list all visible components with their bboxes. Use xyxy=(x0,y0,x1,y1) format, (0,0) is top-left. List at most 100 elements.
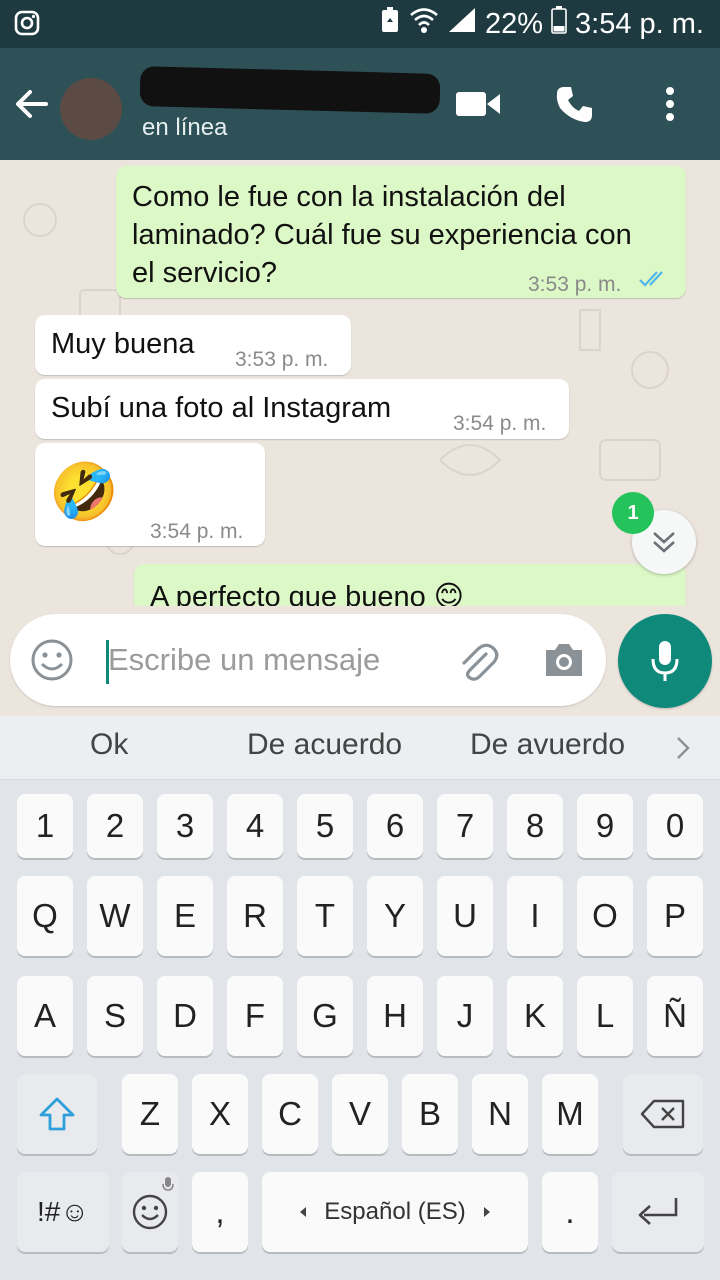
message-input[interactable] xyxy=(108,634,438,686)
comma-key[interactable]: , xyxy=(192,1172,248,1252)
key-s[interactable]: S xyxy=(87,976,143,1056)
message-bubble-incoming[interactable]: Muy buena 3:53 p. m. xyxy=(35,315,351,375)
key-p[interactable]: P xyxy=(647,876,703,956)
key-4[interactable]: 4 xyxy=(227,794,283,858)
voice-call-icon[interactable] xyxy=(550,80,598,128)
symbols-key[interactable]: !#☺ xyxy=(17,1172,109,1252)
redaction-scribble xyxy=(139,66,441,114)
period-key[interactable]: . xyxy=(542,1172,598,1252)
key-3[interactable]: 3 xyxy=(157,794,213,858)
emoji-key[interactable] xyxy=(122,1172,178,1252)
unread-count-badge: 1 xyxy=(612,492,654,534)
key-c[interactable]: C xyxy=(262,1074,318,1154)
message-time: 3:53 p. m. xyxy=(235,348,329,371)
key-q[interactable]: Q xyxy=(17,876,73,956)
key-a[interactable]: A xyxy=(17,976,73,1056)
suggestion-item[interactable]: De acuerdo xyxy=(247,728,402,762)
video-call-icon[interactable] xyxy=(454,80,502,128)
key-u[interactable]: U xyxy=(437,876,493,956)
key-f[interactable]: F xyxy=(227,976,283,1056)
read-ticks-icon xyxy=(639,271,663,287)
mic-small-icon xyxy=(162,1177,174,1191)
key-h[interactable]: H xyxy=(367,976,423,1056)
attach-icon[interactable] xyxy=(456,640,500,684)
message-list[interactable]: Como le fue con la instalación del lamin… xyxy=(0,160,720,606)
key-n[interactable]: N xyxy=(472,1074,528,1154)
key-7[interactable]: 7 xyxy=(437,794,493,858)
key-y[interactable]: Y xyxy=(367,876,423,956)
space-language-label: Español (ES) xyxy=(324,1198,466,1225)
emoji-smile-icon xyxy=(132,1194,168,1230)
message-bubble-incoming[interactable]: Subí una foto al Instagram 3:54 p. m. xyxy=(35,379,569,439)
key-v[interactable]: V xyxy=(332,1074,388,1154)
emoji-icon[interactable] xyxy=(30,638,74,682)
status-time: 3:54 p. m. xyxy=(575,7,704,40)
microphone-icon xyxy=(651,641,679,681)
composer-box xyxy=(10,614,606,706)
instagram-icon xyxy=(14,10,40,36)
message-time: 3:53 p. m. xyxy=(528,273,622,296)
key-o[interactable]: O xyxy=(577,876,633,956)
shift-arrow-icon xyxy=(39,1097,75,1131)
enter-return-icon xyxy=(638,1198,678,1225)
space-key[interactable]: Español (ES) xyxy=(262,1172,528,1252)
back-arrow-icon[interactable] xyxy=(12,84,52,124)
key-5[interactable]: 5 xyxy=(297,794,353,858)
key-9[interactable]: 9 xyxy=(577,794,633,858)
key-6[interactable]: 6 xyxy=(367,794,423,858)
contact-status: en línea xyxy=(142,114,228,141)
key-e[interactable]: E xyxy=(157,876,213,956)
recycle-battery-icon xyxy=(379,6,401,42)
key-x[interactable]: X xyxy=(192,1074,248,1154)
message-bubble-outgoing[interactable]: A perfecto que bueno 😊 xyxy=(134,564,686,606)
message-text: Subí una foto al Instagram xyxy=(51,392,392,424)
key-2[interactable]: 2 xyxy=(87,794,143,858)
message-time: 3:54 p. m. xyxy=(453,412,547,435)
key-n-tilde[interactable]: Ñ xyxy=(647,976,703,1056)
key-g[interactable]: G xyxy=(297,976,353,1056)
key-d[interactable]: D xyxy=(157,976,213,1056)
message-bubble-incoming[interactable]: 🤣 3:54 p. m. xyxy=(35,443,265,546)
caret-right-icon xyxy=(483,1207,490,1217)
backspace-icon xyxy=(640,1099,685,1129)
shift-key[interactable] xyxy=(17,1074,97,1154)
camera-icon[interactable] xyxy=(542,640,586,680)
key-r[interactable]: R xyxy=(227,876,283,956)
voice-message-button[interactable] xyxy=(618,614,712,708)
key-t[interactable]: T xyxy=(297,876,353,956)
chevron-right-icon[interactable] xyxy=(672,734,696,762)
key-j[interactable]: J xyxy=(437,976,493,1056)
key-z[interactable]: Z xyxy=(122,1074,178,1154)
key-l[interactable]: L xyxy=(577,976,633,1056)
suggestion-item[interactable]: De avuerdo xyxy=(470,728,625,762)
message-time: 3:54 p. m. xyxy=(150,520,244,543)
soft-keyboard: 1 2 3 4 5 6 7 8 9 0 Q W E R T Y U I O P … xyxy=(0,780,720,1280)
key-i[interactable]: I xyxy=(507,876,563,956)
suggestion-item[interactable]: Ok xyxy=(90,728,128,762)
keyboard-suggestions: Ok De acuerdo De avuerdo xyxy=(0,716,720,780)
contact-name-redacted[interactable] xyxy=(139,66,441,114)
key-8[interactable]: 8 xyxy=(507,794,563,858)
signal-icon xyxy=(447,6,477,42)
message-text: A perfecto que bueno 😊 xyxy=(150,581,465,606)
message-bubble-outgoing[interactable]: Como le fue con la instalación del lamin… xyxy=(116,166,686,298)
backspace-key[interactable] xyxy=(623,1074,703,1154)
battery-icon xyxy=(551,6,567,42)
chat-header: en línea xyxy=(0,48,720,160)
wifi-icon xyxy=(409,6,439,42)
double-chevron-down-icon xyxy=(653,532,675,553)
key-b[interactable]: B xyxy=(402,1074,458,1154)
status-bar: 22% 3:54 p. m. xyxy=(0,0,720,48)
message-text: Muy buena xyxy=(51,328,195,360)
key-1[interactable]: 1 xyxy=(17,794,73,858)
contact-avatar[interactable] xyxy=(60,78,122,140)
key-k[interactable]: K xyxy=(507,976,563,1056)
key-w[interactable]: W xyxy=(87,876,143,956)
caret-left-icon xyxy=(300,1207,307,1217)
enter-key[interactable] xyxy=(612,1172,704,1252)
more-options-icon[interactable] xyxy=(646,80,694,128)
emoji-message: 🤣 xyxy=(49,460,119,523)
key-m[interactable]: M xyxy=(542,1074,598,1154)
composer-row xyxy=(0,606,720,716)
key-0[interactable]: 0 xyxy=(647,794,703,858)
